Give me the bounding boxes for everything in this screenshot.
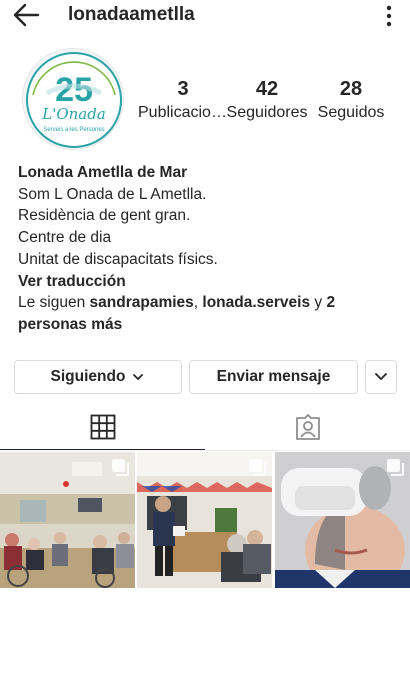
stat-followers-label: Seguidores [226,104,308,121]
profile-bio: Lonada Ametlla de Mar Som L Onada de L A… [18,162,398,336]
profile-username: lonadaametlla [68,4,195,25]
followed-by-text: Le siguen sandrapamies, lonada.serveis y… [18,292,398,335]
stat-following-count: 28 [339,78,363,100]
profile-tabs [0,404,410,450]
stat-posts[interactable]: 3 Publicaciones [138,78,228,122]
following-button-label: Siguiendo [50,368,126,385]
send-message-label: Enviar mensaje [216,368,331,385]
person-tag-icon [295,414,320,440]
send-message-button[interactable]: Enviar mensaje [189,360,358,394]
bio-line: Residència de gent gran. [18,207,191,225]
profile-avatar[interactable]: 25 L'Onada Serveis a les Persones [22,48,124,150]
more-options-button[interactable] [382,4,396,28]
stat-followers[interactable]: 42 Seguidores [222,78,312,122]
posts-grid [0,452,410,588]
chevron-down-icon [375,373,387,380]
profile-display-name: Lonada Ametlla de Mar [18,164,188,181]
arrow-left-icon [13,3,40,27]
multiple-photos-icon [387,459,404,476]
tabs-divider [0,450,410,451]
followed-by-prefix: Le siguen [18,294,90,312]
avatar-brand-name: L'Onada [41,105,106,123]
multiple-photos-icon [249,459,266,476]
more-vertical-icon [386,5,392,27]
bio-line: Centre de dia [18,229,112,247]
followed-by-user-link[interactable]: lonada.serveis [202,294,310,311]
top-bar: lonadaametlla [0,0,410,32]
bio-line: Som L Onada de L Ametlla. [18,185,207,203]
post-thumbnail[interactable] [275,452,410,588]
stat-posts-count: 3 [177,78,189,100]
stat-following[interactable]: 28 Seguidos [306,78,396,122]
back-button[interactable] [10,2,44,28]
tab-grid[interactable] [0,404,205,450]
stat-posts-label: Publicaciones [138,104,228,121]
following-button[interactable]: Siguiendo [14,360,182,394]
followed-by-and: y [310,294,327,312]
tab-tagged[interactable] [205,404,410,450]
followed-by-user-link[interactable]: sandrapamies [90,294,194,311]
translate-link[interactable]: Ver traducción [18,271,398,293]
multiple-photos-icon [112,459,129,476]
stat-following-label: Seguidos [317,104,385,121]
bio-line: Unitat de discapacitats físics. [18,250,218,268]
chevron-down-icon [133,374,144,380]
grid-icon [90,414,115,440]
stat-followers-count: 42 [255,78,279,100]
avatar-tagline: Serveis a les Persones [43,127,104,133]
suggested-accounts-button[interactable] [365,360,397,394]
avatar-logo: 25 L'Onada Serveis a les Persones [26,52,122,148]
post-thumbnail[interactable] [0,452,135,588]
post-thumbnail[interactable] [137,452,272,588]
